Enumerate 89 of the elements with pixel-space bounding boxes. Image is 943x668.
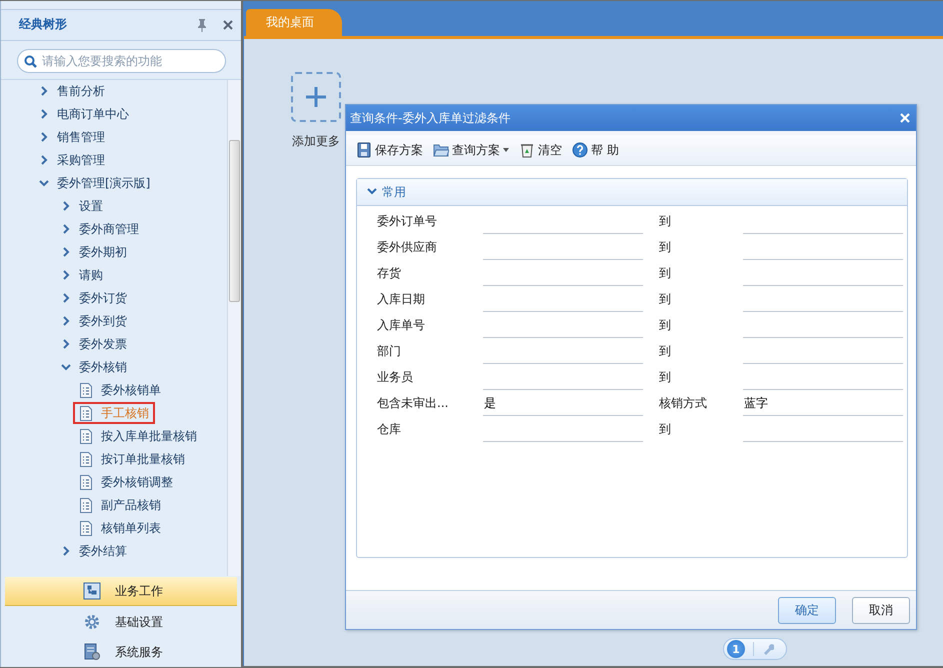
plus-icon: [305, 86, 327, 108]
field-label: 到: [658, 238, 672, 256]
tile-label: 添加更多: [292, 133, 340, 150]
scroll-bar[interactable]: [227, 80, 241, 576]
chevron-right-icon[interactable]: [39, 132, 49, 142]
dialog-title: 查询条件-委外入库单过滤条件: [350, 110, 512, 126]
field-label: 到: [658, 290, 672, 308]
tree-item[interactable]: 副产品核销: [73, 494, 167, 516]
document-icon: [79, 498, 93, 513]
close-icon[interactable]: [223, 20, 233, 30]
field-label: 到: [658, 212, 672, 230]
tree-item[interactable]: 委外核销调整: [73, 471, 179, 494]
server-icon: [83, 643, 101, 662]
chevron-right-icon[interactable]: [61, 201, 71, 212]
panel-title: 经典树形: [19, 16, 68, 34]
tree-item[interactable]: 销售管理: [57, 129, 105, 146]
field-label: 到: [658, 316, 672, 334]
field-label: 到: [658, 368, 672, 386]
tree-item[interactable]: 按入库单批量核销: [73, 425, 203, 448]
wrench-icon: [762, 643, 774, 655]
tree-item[interactable]: 委外结算: [79, 543, 127, 560]
chevron-right-icon[interactable]: [39, 109, 49, 120]
nav-item[interactable]: 业务工作: [5, 577, 237, 606]
section-title[interactable]: 常用: [382, 184, 406, 200]
input-field[interactable]: 是: [483, 392, 643, 416]
nav-item[interactable]: 基础设置: [5, 608, 237, 636]
document-icon: [79, 382, 93, 398]
document-icon: [79, 474, 93, 490]
field-label: 入库日期: [377, 290, 426, 308]
tree-item[interactable]: 电商订单中心: [57, 106, 129, 122]
search-icon: [24, 54, 37, 68]
search-field[interactable]: 请输入您要搜索的功能: [17, 48, 226, 73]
gear-icon: [83, 613, 101, 632]
field-label: 核销方式: [658, 394, 708, 412]
field-label: 委外供应商: [377, 238, 438, 256]
pin-icon[interactable]: [195, 18, 209, 32]
field-label: 委外订单号: [377, 212, 438, 230]
document-icon: [79, 428, 93, 444]
tree-item[interactable]: 核销单列表: [73, 517, 167, 540]
tree-item[interactable]: 委外管理[演示版]: [57, 175, 150, 192]
add-tile[interactable]: [291, 72, 341, 122]
tree-item[interactable]: 委外核销: [79, 359, 127, 376]
tree-item[interactable]: 售前分析: [57, 83, 105, 100]
chevron-right-icon[interactable]: [61, 339, 71, 350]
tree-icon: [83, 582, 101, 600]
document-icon: [79, 452, 93, 467]
nav-item[interactable]: 系统服务: [5, 638, 237, 666]
chevron-right-icon[interactable]: [61, 316, 71, 326]
toolbar-button[interactable]: 清空: [519, 142, 562, 158]
field-label: 到: [658, 264, 672, 282]
tree-item[interactable]: 委外到货: [79, 313, 127, 330]
chevron-right-icon[interactable]: [61, 247, 71, 258]
folder-icon: [433, 142, 449, 158]
chevron-down-icon[interactable]: [61, 362, 71, 372]
field-label: 部门: [377, 342, 402, 360]
toolbar-button[interactable]: 保存方案: [356, 142, 423, 158]
toolbar-button[interactable]: 查询方案: [433, 142, 509, 158]
chevron-right-icon[interactable]: [39, 155, 49, 166]
tree-item[interactable]: 委外发票: [79, 336, 127, 352]
tree-item[interactable]: 委外期初: [79, 244, 127, 260]
help-icon: [572, 142, 588, 158]
dialog-button[interactable]: 取消: [852, 596, 910, 624]
document-icon: [79, 406, 93, 421]
tree-item[interactable]: 委外商管理: [79, 221, 139, 238]
chevron-down-icon[interactable]: [39, 178, 49, 188]
field-label: 入库单号: [377, 316, 426, 334]
chevron-right-icon[interactable]: [61, 270, 71, 280]
toolbar-button[interactable]: 帮 助: [572, 142, 619, 158]
tree-item[interactable]: 采购管理: [57, 152, 105, 168]
tree-item[interactable]: 按订单批量核销: [73, 448, 191, 470]
chevron-right-icon[interactable]: [61, 546, 71, 556]
tree-item[interactable]: 请购: [79, 267, 103, 284]
chevron-right-icon[interactable]: [39, 86, 49, 96]
input-field[interactable]: 蓝字: [743, 392, 903, 416]
save-icon: [356, 142, 372, 158]
document-icon: [79, 520, 93, 536]
field-label: 业务员: [377, 368, 414, 386]
field-label: 包含未审出...: [377, 394, 450, 412]
field-label: 存货: [377, 264, 402, 282]
chevron-right-icon[interactable]: [61, 224, 71, 234]
field-label: 到: [658, 420, 672, 438]
field-label: 到: [658, 342, 672, 360]
tree-item[interactable]: 设置: [79, 198, 103, 214]
chevron-right-icon[interactable]: [61, 293, 71, 304]
trash-icon: [519, 142, 535, 158]
field-label: 仓库: [377, 420, 402, 438]
dialog-button[interactable]: 确定: [778, 596, 836, 624]
tree-item[interactable]: 委外订货: [79, 290, 127, 306]
tree-item[interactable]: 委外核销单: [73, 379, 167, 402]
